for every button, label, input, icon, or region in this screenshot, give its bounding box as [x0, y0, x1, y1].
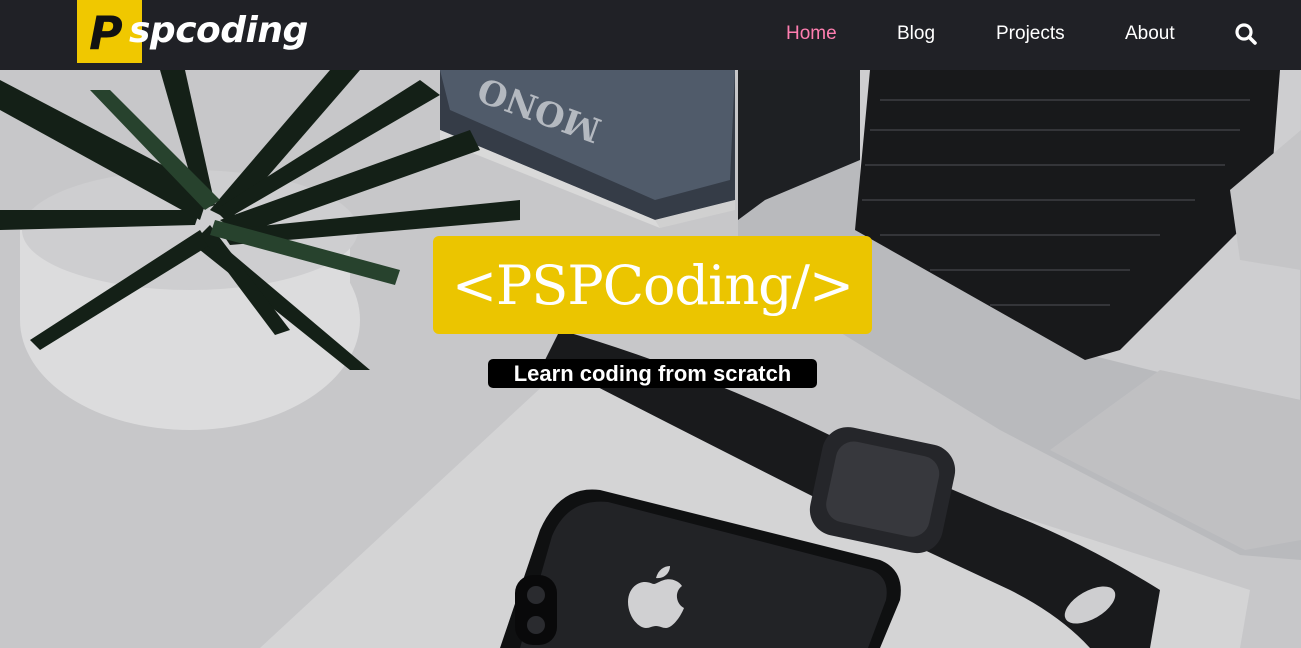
nav-link-home[interactable]: Home — [786, 22, 837, 46]
hero-section: MONO <PSPCoding/> Learn coding from scra… — [0, 70, 1301, 648]
logo-text: spcoding — [129, 10, 308, 51]
nav-link-blog[interactable]: Blog — [897, 22, 935, 46]
hero-title: <PSPCoding/> — [451, 253, 854, 317]
navbar: P spcoding Home Blog Projects About — [0, 0, 1301, 70]
nav-link-about[interactable]: About — [1125, 22, 1175, 46]
site-logo[interactable]: P spcoding — [77, 0, 308, 63]
hero-title-badge: <PSPCoding/> — [433, 236, 872, 334]
nav-link-projects[interactable]: Projects — [996, 22, 1065, 46]
search-icon — [1235, 23, 1257, 45]
hero-subtitle-badge: Learn coding from scratch — [488, 359, 817, 388]
logo-mark-letter: P — [89, 5, 123, 60]
search-button[interactable] — [1233, 21, 1259, 47]
hero-subtitle: Learn coding from scratch — [513, 360, 792, 386]
